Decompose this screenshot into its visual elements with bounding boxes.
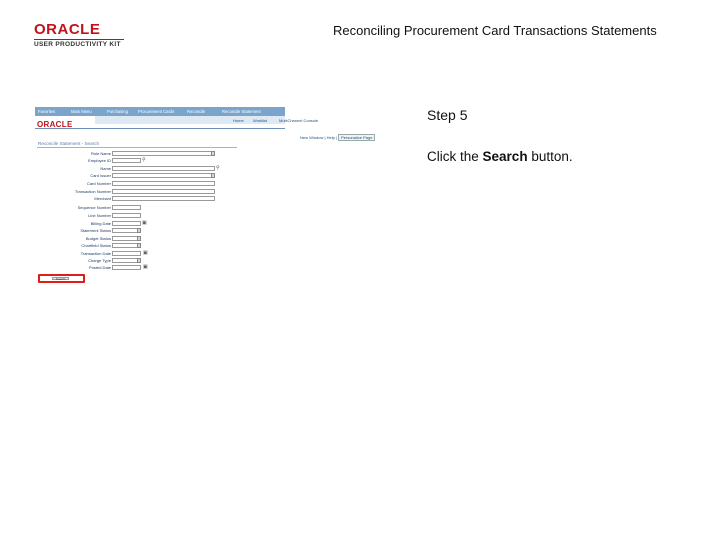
field-label-card-issuer: Card Issuer xyxy=(90,173,111,178)
header-divider xyxy=(35,128,285,129)
field-label-employee-id: Employee ID xyxy=(88,158,111,163)
billing-date-input[interactable] xyxy=(112,221,141,226)
card-issuer-select[interactable] xyxy=(112,173,215,178)
menu-multichannel-console[interactable]: MultiChannel Console xyxy=(279,118,318,123)
field-label-transaction-date: Transaction Date xyxy=(80,251,111,256)
calendar-icon[interactable]: ▣ xyxy=(142,221,147,226)
instruction-prefix: Click the xyxy=(427,149,483,164)
sequence-number-input[interactable] xyxy=(112,205,141,210)
instruction-target: Search xyxy=(482,149,528,164)
calendar-icon[interactable]: ▣ xyxy=(143,265,148,270)
field-label-statement-status: Statement Status xyxy=(80,228,111,233)
help-link[interactable]: Help xyxy=(327,135,335,140)
field-label-name: Name xyxy=(100,166,111,171)
field-label-chartfield-status: Chartfield Status xyxy=(81,243,111,248)
new-window-link[interactable]: New Window xyxy=(300,135,323,140)
field-label-merchant: Merchant xyxy=(94,196,111,201)
menu-home[interactable]: Home xyxy=(233,118,244,123)
step-label: Step 5 xyxy=(427,107,468,123)
field-label-charge-type: Charge Type xyxy=(88,258,111,263)
employee-id-input[interactable] xyxy=(112,158,141,163)
screenshot-thumbnail: Favorites Main Menu Purchasing Procureme… xyxy=(35,107,398,287)
dropdown-arrow-icon[interactable] xyxy=(211,151,215,156)
field-label-billing-date: Billing Date xyxy=(90,221,111,226)
field-label-card-number: Card Number xyxy=(86,181,111,186)
page-links: New Window | Help | Personalize Page xyxy=(300,134,376,141)
breadcrumb-procurement-cards[interactable]: Procurement Cards xyxy=(138,109,174,114)
dropdown-arrow-icon[interactable] xyxy=(137,228,141,233)
breadcrumb-purchasing[interactable]: Purchasing xyxy=(107,109,128,114)
breadcrumb-reconcile[interactable]: Reconcile xyxy=(187,109,205,114)
field-label-line-number: Line Number xyxy=(88,213,111,218)
field-label-sequence-number: Sequence Number xyxy=(77,205,111,210)
logo-brand: ORACLE xyxy=(34,21,101,38)
dropdown-arrow-icon[interactable] xyxy=(137,236,141,241)
search-button-highlight[interactable]: Search xyxy=(38,274,85,283)
breadcrumb-favorites[interactable]: Favorites xyxy=(38,109,55,114)
lookup-icon[interactable]: ⚲ xyxy=(142,158,147,163)
page-title-underline xyxy=(37,147,237,148)
dropdown-arrow-icon[interactable] xyxy=(137,258,141,263)
field-label-role-name: Role Name xyxy=(90,151,111,156)
breadcrumb-main-menu[interactable]: Main Menu xyxy=(71,109,92,114)
page-title: Reconcile Statement - Search xyxy=(38,141,100,146)
transaction-date-input[interactable] xyxy=(112,251,141,256)
calendar-icon[interactable]: ▣ xyxy=(143,251,148,256)
field-label-budget-status: Budget Status xyxy=(85,236,111,241)
document-title: Reconciling Procurement Card Transaction… xyxy=(333,23,657,38)
breadcrumb-reconcile-statement[interactable]: Reconcile Statement xyxy=(222,109,261,114)
search-button[interactable]: Search xyxy=(52,277,69,281)
step-instruction: Click the Search button. xyxy=(427,149,573,164)
role-name-select[interactable] xyxy=(112,151,215,156)
oracle-upk-logo: ORACLE USER PRODUCTIVITY KIT xyxy=(34,22,124,48)
card-number-input[interactable] xyxy=(112,181,215,186)
dropdown-arrow-icon[interactable] xyxy=(137,243,141,248)
lookup-icon[interactable]: ⚲ xyxy=(216,166,221,171)
name-input[interactable] xyxy=(112,166,215,171)
logo-tagline: USER PRODUCTIVITY KIT xyxy=(34,39,124,48)
breadcrumb-bar: Favorites Main Menu Purchasing Procureme… xyxy=(35,107,285,116)
field-label-transaction-number: Transaction Number xyxy=(74,189,111,194)
instruction-suffix: button. xyxy=(527,149,573,164)
field-label-posted-date: Posted Date xyxy=(88,265,111,270)
line-number-input[interactable] xyxy=(112,213,141,218)
posted-date-input[interactable] xyxy=(112,265,141,270)
menu-worklist[interactable]: Worklist xyxy=(253,118,267,123)
merchant-input[interactable] xyxy=(112,196,215,201)
transaction-number-input[interactable] xyxy=(112,189,215,194)
personalize-page-link[interactable]: Personalize Page xyxy=(338,134,376,141)
top-menu-bar: Home Worklist MultiChannel Console xyxy=(95,116,318,124)
dropdown-arrow-icon[interactable] xyxy=(211,173,215,178)
